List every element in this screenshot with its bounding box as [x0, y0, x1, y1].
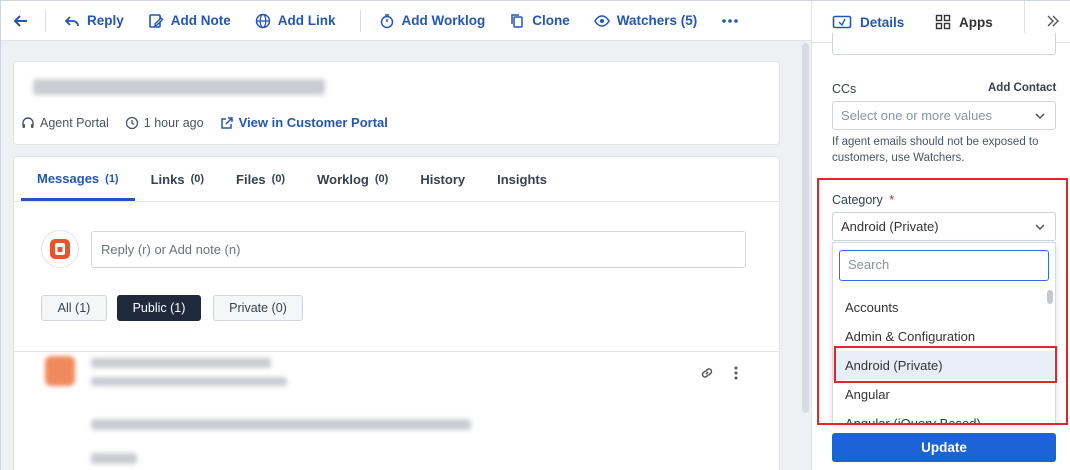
back-button[interactable]: [13, 13, 29, 29]
message-author-redacted: [91, 358, 271, 368]
ticket-time: 1 hour ago: [125, 116, 204, 130]
tab-label: Files: [236, 171, 266, 187]
clone-label: Clone: [532, 13, 570, 28]
more-actions-button[interactable]: [721, 13, 739, 29]
history-clock-icon: [125, 116, 138, 129]
ticket-tabs: Messages (1) Links (0) Files (0) Worklog (0)…: [21, 159, 563, 201]
reply-button[interactable]: Reply: [64, 13, 124, 29]
reply-icon: [64, 15, 79, 26]
app-window: Reply Add Note Add Link Add Worklog Clon…: [0, 0, 1070, 470]
double-chevron-right-icon: [1047, 15, 1059, 27]
eye-icon: [593, 14, 610, 27]
watchers-button[interactable]: Watchers (5): [593, 13, 698, 29]
details-panel: Details Apps CCs Add Contact Select one …: [811, 1, 1070, 470]
message-avatar-redacted: [45, 356, 75, 386]
view-customer-portal-label: View in Customer Portal: [238, 115, 388, 130]
ticket-header-card: [13, 61, 780, 145]
tab-apps-label: Apps: [959, 14, 993, 30]
tab-label: Worklog: [317, 171, 369, 187]
ticket-icon: [832, 15, 852, 29]
tab-insights[interactable]: Insights: [481, 159, 563, 199]
clone-button[interactable]: Clone: [509, 13, 570, 29]
ticket-source-label: Agent Portal: [40, 115, 109, 130]
tab-count: (0): [271, 173, 286, 185]
tab-label: Messages: [37, 171, 100, 186]
external-link-icon: [220, 116, 233, 129]
tab-details-label: Details: [860, 14, 905, 30]
message-link-button[interactable]: [699, 365, 715, 386]
add-worklog-button[interactable]: Add Worklog: [379, 13, 486, 29]
tab-messages[interactable]: Messages (1): [21, 159, 135, 201]
toolbar-divider: [45, 9, 46, 32]
watchers-label: Watchers (5): [616, 13, 698, 28]
chevron-down-icon: [1035, 112, 1045, 119]
reply-input[interactable]: Reply (r) or Add note (n): [91, 231, 746, 268]
add-worklog-label: Add Worklog: [401, 13, 486, 28]
reply-label: Reply: [87, 13, 124, 28]
add-note-button[interactable]: Add Note: [148, 13, 231, 29]
ticket-source: Agent Portal: [21, 116, 109, 130]
headset-icon: [22, 116, 34, 128]
ccs-select[interactable]: Select one or more values: [832, 101, 1056, 130]
add-note-label: Add Note: [170, 13, 231, 28]
message-body-redacted-2: [91, 453, 137, 464]
link-icon: [701, 368, 713, 378]
ticket-toolbar: Reply Add Note Add Link Add Worklog Clon…: [1, 1, 811, 41]
filter-all-button[interactable]: All (1): [41, 295, 107, 321]
ccs-helper-text: If agent emails should not be exposed to…: [832, 136, 1039, 164]
back-arrow-icon: [13, 14, 27, 27]
ticket-time-label: 1 hour ago: [143, 115, 204, 130]
tab-label: History: [420, 171, 466, 187]
agent-avatar: [41, 230, 79, 268]
ticket-meta: Agent Portal 1 hour ago View in Customer…: [21, 115, 404, 130]
edit-note-icon: [148, 13, 164, 28]
filter-public-button[interactable]: Public (1): [117, 295, 201, 321]
category-highlight-box: [817, 178, 1068, 425]
ticket-pane: Reply Add Note Add Link Add Worklog Clon…: [1, 1, 811, 470]
previous-field-select[interactable]: [832, 33, 1056, 55]
collapse-panel-button[interactable]: [1046, 14, 1060, 31]
toolbar-divider: [359, 9, 361, 32]
add-link-label: Add Link: [277, 13, 336, 28]
view-customer-portal-link[interactable]: View in Customer Portal: [220, 115, 388, 130]
tabs-divider: [14, 201, 779, 202]
timer-icon: [380, 13, 393, 28]
message-more-button[interactable]: [731, 365, 741, 386]
selected-option-highlight-box: [834, 346, 1057, 383]
more-vertical-icon: [734, 366, 738, 380]
add-link-button[interactable]: Add Link: [255, 13, 336, 29]
tab-count: (1): [105, 172, 119, 185]
tab-history[interactable]: History: [404, 159, 481, 199]
tab-worklog[interactable]: Worklog (0): [301, 159, 404, 199]
message-body-redacted: [91, 419, 471, 430]
add-contact-link[interactable]: Add Contact: [988, 82, 1056, 94]
apps-grid-icon: [935, 14, 951, 30]
ticket-title-redacted: [33, 79, 325, 95]
ccs-placeholder: Select one or more values: [841, 108, 993, 123]
tab-links[interactable]: Links (0): [135, 159, 220, 199]
copy-icon: [511, 13, 524, 28]
ccs-label: CCs: [832, 82, 857, 96]
message-timestamp-redacted: [91, 377, 287, 386]
tab-label: Links: [150, 171, 185, 187]
ticket-scrollbar[interactable]: [802, 43, 809, 413]
filter-private-button[interactable]: Private (0): [213, 295, 303, 321]
tab-label: Insights: [497, 171, 547, 187]
update-button[interactable]: Update: [832, 433, 1056, 462]
globe-icon: [255, 13, 271, 28]
tab-files[interactable]: Files (0): [220, 159, 301, 199]
tab-count: (0): [374, 173, 389, 185]
tab-count: (0): [190, 173, 205, 185]
message-divider: [14, 351, 779, 352]
brand-logo-icon: [50, 239, 70, 259]
more-horizontal-icon: [722, 18, 739, 23]
